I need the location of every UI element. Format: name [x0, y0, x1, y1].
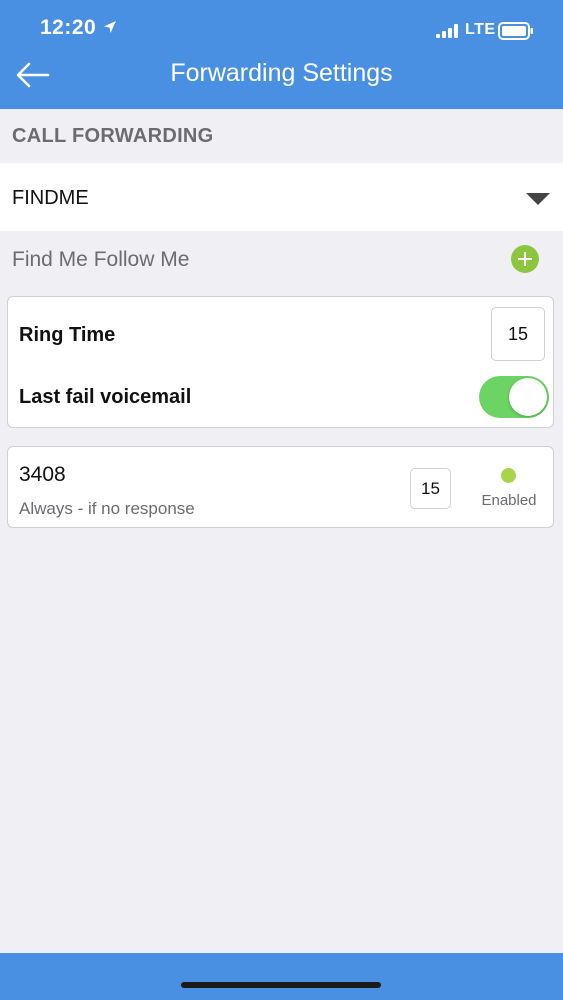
- page-title: Forwarding Settings: [170, 59, 393, 87]
- signal-bars-icon: [436, 24, 458, 38]
- ring-settings-card: Ring Time 15 Last fail voicemail: [7, 296, 554, 428]
- voicemail-label: Last fail voicemail: [19, 386, 192, 408]
- forwarding-mode-dropdown[interactable]: FINDME: [0, 163, 563, 231]
- ring-time-label: Ring Time: [19, 324, 116, 346]
- dropdown-selected-value: FINDME: [12, 187, 89, 209]
- home-indicator[interactable]: [181, 982, 381, 988]
- status-dot-icon: [501, 468, 516, 483]
- bottom-bar: [0, 953, 563, 1000]
- section-header: CALL FORWARDING: [0, 109, 563, 163]
- toggle-knob: [509, 378, 547, 416]
- entry-status-label: Enabled: [481, 492, 537, 509]
- find-me-follow-me-row: Find Me Follow Me: [0, 231, 563, 289]
- caret-down-icon: [526, 193, 550, 205]
- entry-number: 3408: [19, 463, 66, 486]
- entry-description: Always - if no response: [19, 499, 195, 518]
- ring-time-input[interactable]: 15: [491, 307, 545, 361]
- find-me-follow-me-label: Find Me Follow Me: [12, 248, 190, 271]
- battery-icon: [498, 22, 533, 40]
- forwarding-entry[interactable]: 3408 Always - if no response 15 Enabled: [7, 446, 554, 528]
- location-arrow-icon: [104, 21, 116, 33]
- status-time: 12:20: [40, 16, 97, 39]
- section-title: CALL FORWARDING: [12, 125, 214, 147]
- plus-circle-icon[interactable]: [511, 245, 539, 273]
- status-bar: 12:20 LTE: [0, 0, 563, 58]
- network-label: LTE: [465, 21, 496, 38]
- voicemail-toggle[interactable]: [479, 376, 549, 418]
- app-header: 12:20 LTE Forwarding Settings: [0, 0, 563, 109]
- entry-ring-time-input[interactable]: 15: [410, 468, 451, 509]
